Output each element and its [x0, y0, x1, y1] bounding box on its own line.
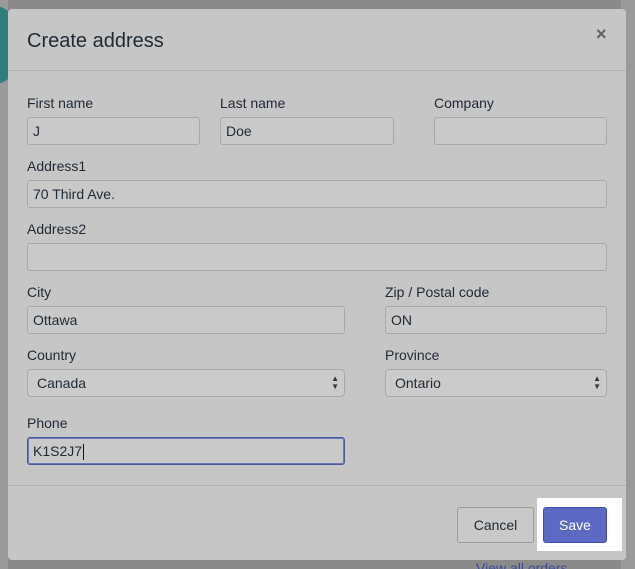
address1-field[interactable]: 70 Third Ave. [27, 180, 607, 208]
phone-label: Phone [27, 415, 68, 431]
address1-label: Address1 [27, 158, 87, 174]
modal-header: Create address × [8, 9, 626, 71]
modal-footer: Cancel Save [8, 485, 626, 560]
province-select[interactable]: Ontario ▲ ▼ [385, 369, 607, 397]
province-label: Province [385, 347, 440, 363]
country-label: Country [27, 347, 77, 363]
create-address-modal: Create address × First name J Last name … [8, 9, 626, 560]
close-icon[interactable]: × [596, 25, 610, 43]
country-select[interactable]: Canada ▲ ▼ [27, 369, 345, 397]
phone-field[interactable]: K1S2J7 [27, 437, 345, 465]
last-name-field[interactable]: Doe [220, 117, 394, 145]
country-select-value: Canada [37, 375, 87, 391]
background-view-orders-link: View all orders [476, 560, 568, 569]
background-left-panel [0, 0, 8, 569]
company-field[interactable] [434, 117, 607, 145]
zip-field[interactable]: ON [385, 306, 607, 334]
phone-field-value: K1S2J7 [33, 443, 83, 459]
select-arrows-icon: ▲ ▼ [331, 374, 339, 391]
select-arrows-icon: ▲ ▼ [593, 374, 601, 391]
city-field[interactable]: Ottawa [27, 306, 345, 334]
province-select-value: Ontario [395, 375, 441, 391]
cancel-button[interactable]: Cancel [457, 507, 534, 543]
last-name-label: Last name [220, 95, 286, 111]
city-label: City [27, 284, 52, 300]
save-button[interactable]: Save [543, 507, 607, 543]
modal-title: Create address [27, 30, 164, 52]
company-label: Company [434, 95, 494, 111]
first-name-field[interactable]: J [27, 117, 200, 145]
address2-label: Address2 [27, 221, 87, 237]
address2-field[interactable] [27, 243, 607, 271]
text-caret [83, 444, 85, 461]
first-name-label: First name [27, 95, 94, 111]
zip-label: Zip / Postal code [385, 284, 490, 300]
